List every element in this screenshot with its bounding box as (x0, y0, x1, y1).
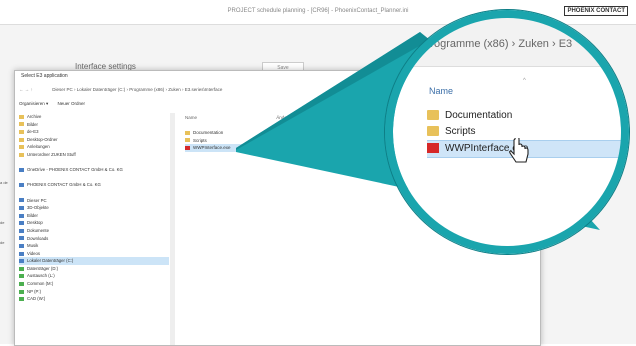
sort-arrow-icon: ^ (523, 78, 526, 84)
folder-icon (427, 110, 439, 121)
zoom-circle: Programme (x86) › Zuken › E3 Name ^ Docu… (393, 18, 621, 246)
zoom-row-label: Documentation (445, 110, 513, 121)
zoom-row-label: Scripts (445, 126, 476, 137)
zoom-row-documentation[interactable]: Documentation (427, 108, 621, 124)
zoom-address: Programme (x86) › Zuken › E3 (423, 38, 573, 50)
folder-icon (427, 126, 439, 137)
hand-cursor-icon (509, 138, 529, 163)
exe-icon (427, 143, 439, 154)
zoom-column-name[interactable]: Name (429, 86, 453, 96)
